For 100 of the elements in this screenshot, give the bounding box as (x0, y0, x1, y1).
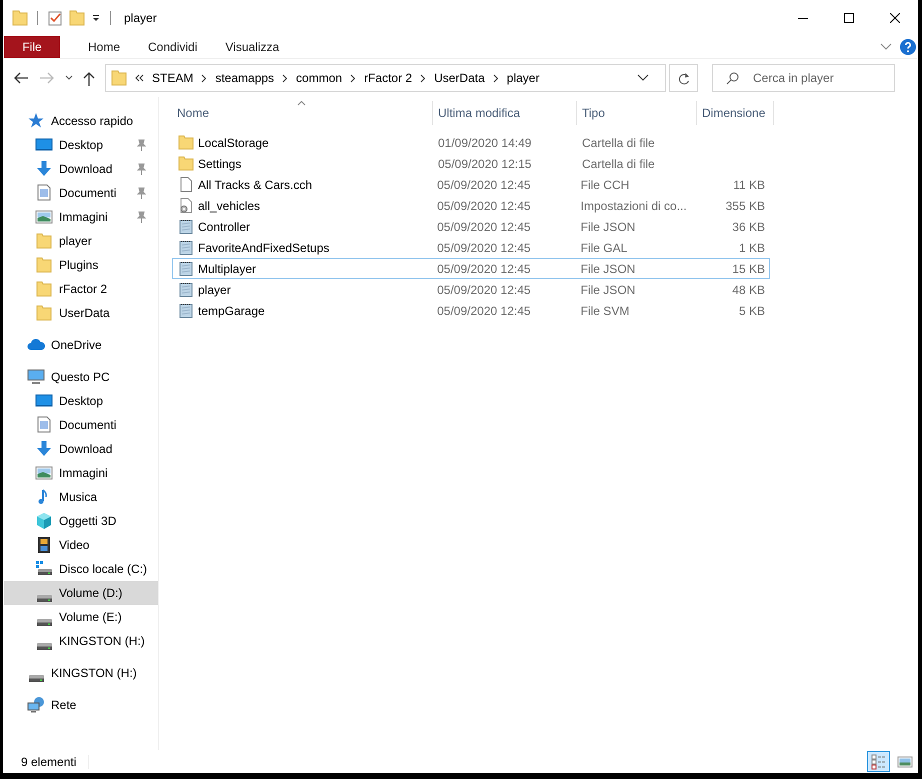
nav-item[interactable]: Oggetti 3D (4, 509, 158, 533)
refresh-icon (678, 72, 690, 84)
file-name: Controller (198, 220, 250, 234)
column-header[interactable]: Tipo (577, 101, 697, 125)
nav-item[interactable]: Questo PC (4, 365, 158, 389)
nav-item[interactable]: OneDrive (4, 333, 158, 357)
details-view-icon (870, 754, 886, 770)
dropdown-icon[interactable] (637, 74, 649, 82)
file-row[interactable]: Multiplayer 05/09/2020 12:45 File JSON 15 KB (172, 258, 770, 279)
search-icon (726, 72, 739, 85)
modified-cell-text: 05/09/2020 12:45 (436, 240, 532, 254)
file-name: Multiplayer (198, 262, 256, 276)
type-cell-text: File GAL (580, 240, 628, 254)
chevron-icon (492, 74, 499, 82)
file-row[interactable]: Controller 05/09/2020 12:45 File JSON 36 KB (172, 216, 770, 237)
nav-item[interactable]: Plugins (4, 253, 158, 277)
drive-icon (36, 619, 52, 626)
nav-item[interactable]: Video (4, 533, 158, 557)
refresh-button[interactable] (669, 64, 698, 92)
nav-item[interactable]: player (4, 229, 158, 253)
text-file-icon (178, 239, 194, 256)
nav-item[interactable]: Documenti (4, 181, 158, 205)
type-cell-text: Impostazioni di co... (580, 198, 688, 212)
search-field[interactable]: Cerca in player (712, 64, 895, 92)
file-row[interactable]: player 05/09/2020 12:45 File JSON 48 KB (172, 279, 770, 300)
file-name: All Tracks & Cars.cch (198, 178, 312, 192)
dropdown-icon[interactable] (91, 13, 101, 23)
breadcrumb[interactable]: common (296, 71, 342, 85)
modified-cell-text: 05/09/2020 12:45 (436, 304, 532, 318)
nav-item[interactable]: rFactor 2 (4, 277, 158, 301)
nav-item[interactable]: Disco locale (C:) (4, 557, 158, 581)
folder-icon (35, 304, 53, 322)
text-file-icon (178, 218, 194, 235)
folder-icon (178, 155, 194, 172)
nav-item[interactable]: Download (4, 437, 158, 461)
file-row[interactable]: FavoriteAndFixedSetups 05/09/2020 12:45 File GAL 1 KB (172, 237, 770, 258)
ribbon-tab[interactable]: Condividi (148, 36, 198, 58)
view-button[interactable] (867, 751, 890, 772)
modified-cell-text: 05/09/2020 12:45 (436, 262, 532, 276)
close-icon (890, 13, 900, 23)
file-row[interactable]: LocalStorage 01/09/2020 14:49 Cartella di file (172, 132, 770, 153)
picture-icon (35, 464, 53, 482)
expand-ribbon-icon[interactable] (880, 43, 892, 51)
overflow-icon[interactable] (135, 74, 144, 82)
nav-item[interactable]: Volume (D:) (4, 581, 158, 605)
file-name: FavoriteAndFixedSetups (198, 240, 330, 254)
column-header[interactable]: Dimensione (697, 101, 774, 125)
breadcrumb[interactable]: STEAM (152, 71, 194, 85)
ribbon-tab[interactable]: Home (88, 36, 120, 58)
nav-item[interactable]: Rete (4, 693, 158, 717)
help-icon[interactable] (900, 39, 916, 55)
file-name: player (198, 282, 231, 296)
window-title: player (124, 11, 157, 25)
film-icon (35, 536, 53, 554)
type-cell-text: File JSON (580, 220, 636, 234)
size-cell-text: 11 KB (732, 178, 766, 192)
nav-item[interactable]: KINGSTON (H:) (4, 661, 158, 685)
nav-item[interactable]: UserData (4, 301, 158, 325)
breadcrumb[interactable]: player (506, 71, 540, 85)
modified-cell-text: 05/09/2020 12:45 (436, 282, 532, 296)
network-icon (27, 696, 45, 714)
nav-item[interactable]: Immagini (4, 205, 158, 229)
item-count: 9 elementi (21, 754, 90, 768)
drive-icon (35, 560, 53, 578)
modified-cell-text: 05/09/2020 12:15 (437, 156, 532, 170)
size-cell-text: 5 KB (738, 304, 766, 318)
nav-item[interactable]: KINGSTON (H:) (4, 629, 158, 653)
address-bar[interactable]: STEAM steamapps common rFactor 2 UserData player (105, 64, 666, 92)
file-row[interactable]: tempGarage 05/09/2020 12:45 File SVM 5 KB (172, 300, 770, 321)
computer-icon (27, 368, 45, 386)
nav-item[interactable]: Musica (4, 485, 158, 509)
size-cell-text: 1 KB (738, 240, 766, 254)
text-file-icon (178, 302, 194, 319)
breadcrumb[interactable]: UserData (434, 71, 485, 85)
file-row[interactable]: All Tracks & Cars.cch 05/09/2020 12:45 File CCH 11 KB (172, 174, 770, 195)
breadcrumb[interactable]: rFactor 2 (364, 71, 412, 85)
nav-item[interactable]: Volume (E:) (4, 605, 158, 629)
size-cell-text: 36 KB (731, 220, 766, 234)
nav-item[interactable]: Desktop (4, 133, 158, 157)
column-header[interactable]: Nome (172, 101, 433, 125)
file-row[interactable]: Settings 05/09/2020 12:15 Cartella di file (172, 153, 770, 174)
file-name: LocalStorage (198, 136, 269, 150)
checklist-icon[interactable] (47, 10, 63, 26)
nav-item[interactable]: Immagini (4, 461, 158, 485)
nav-item[interactable]: Accesso rapido (4, 109, 158, 133)
folder-icon (35, 256, 53, 274)
up-arrow-icon[interactable] (83, 70, 95, 86)
recent-dropdown-icon[interactable] (65, 75, 73, 81)
nav-item[interactable]: Desktop (4, 389, 158, 413)
file-row[interactable]: all_vehicles 05/09/2020 12:45 Impostazioni di co... 355 KB (172, 195, 770, 216)
document-icon (35, 416, 53, 434)
text-file-icon (178, 260, 194, 277)
column-header[interactable]: Ultima modifica (433, 101, 577, 125)
settings-file-icon (178, 197, 194, 214)
nav-item[interactable]: Download (4, 157, 158, 181)
ribbon-tab[interactable]: Visualizza (225, 36, 280, 58)
nav-item[interactable]: Documenti (4, 413, 158, 437)
folder-icon (35, 280, 53, 298)
back-icon[interactable] (13, 71, 29, 85)
breadcrumb[interactable]: steamapps (215, 71, 274, 85)
